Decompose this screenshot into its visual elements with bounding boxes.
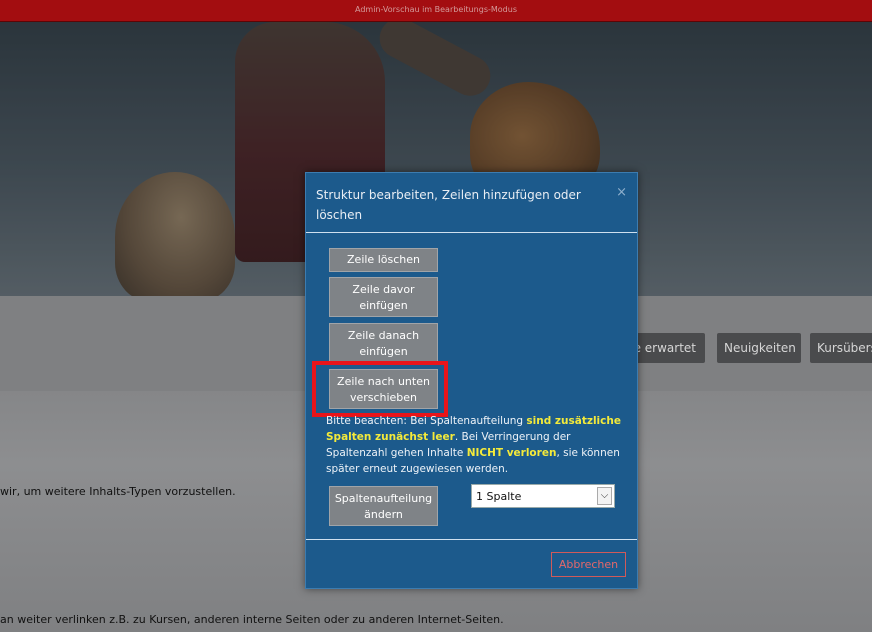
dialog-footer-divider [306, 539, 637, 540]
dialog-title: Struktur bearbeiten, Zeilen hinzufügen o… [316, 188, 581, 222]
close-icon[interactable]: × [616, 185, 627, 200]
change-columns-button[interactable]: Spaltenaufteilung ändern [329, 486, 438, 526]
column-layout-value: 1 Spalte [476, 490, 522, 503]
admin-bar-text: Admin-Vorschau im Bearbeitungs-Modus [354, 5, 517, 14]
edit-structure-dialog: Struktur bearbeiten, Zeilen hinzufügen o… [305, 172, 638, 589]
insert-row-before-button[interactable]: Zeile davor einfügen [329, 277, 438, 317]
admin-bar: Admin-Vorschau im Bearbeitungs-Modus [0, 0, 872, 22]
content-text-line-2: an weiter verlinken z.B. zu Kursen, ande… [0, 613, 504, 626]
column-notice: Bitte beachten: Bei Spaltenaufteilung si… [326, 415, 621, 475]
highlight-box [312, 361, 448, 417]
dialog-header-divider [306, 232, 637, 233]
delete-row-button[interactable]: Zeile löschen [329, 248, 438, 272]
cancel-button[interactable]: Abbrechen [551, 552, 626, 577]
content-text-line-1: wir, um weitere Inhalts-Typen vorzustell… [0, 485, 236, 498]
insert-row-after-button[interactable]: Zeile danach einfügen [329, 323, 438, 363]
column-layout-select[interactable]: 1 Spalte ⌵ [471, 484, 615, 508]
nav-item-neuigkeiten[interactable]: Neuigkeiten [717, 333, 801, 363]
nav-item-kursuebersicht[interactable]: Kursübers [810, 333, 872, 363]
chevron-down-icon[interactable]: ⌵ [597, 487, 612, 505]
